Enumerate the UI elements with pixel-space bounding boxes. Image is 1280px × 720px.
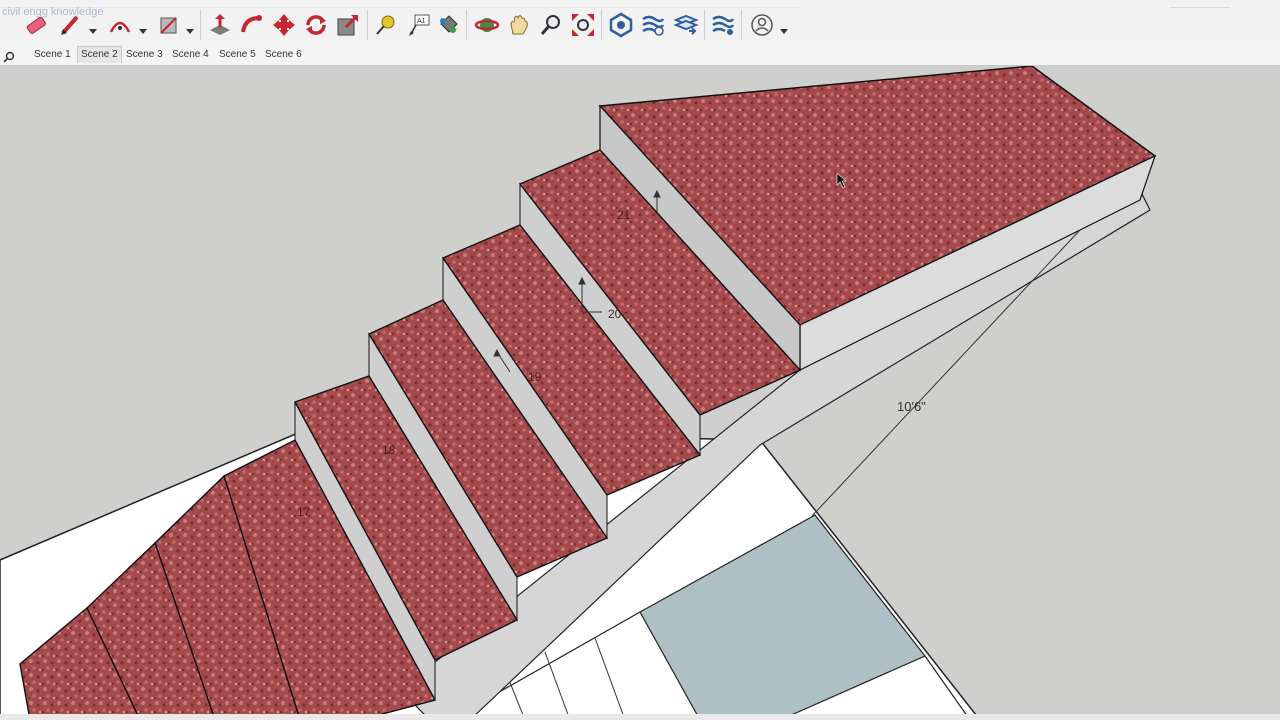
warehouse-icon[interactable]	[607, 11, 635, 39]
step-label-20: 20	[608, 307, 622, 321]
scene-tab-5[interactable]: Scene 5	[216, 47, 259, 63]
zoom-icon[interactable]	[537, 11, 565, 39]
watermark-text: civil engg knowledge	[2, 6, 104, 18]
rectangle-icon[interactable]	[155, 11, 183, 39]
scene-tab-2[interactable]: Scene 2	[77, 46, 122, 63]
status-bar	[0, 714, 1280, 720]
move-icon[interactable]	[270, 11, 298, 39]
step-label-21: 21	[617, 208, 631, 222]
arc-icon[interactable]	[106, 11, 134, 39]
model-viewport[interactable]: 17 18 19 20 21 10'6"	[0, 66, 1280, 720]
scene-tab-6[interactable]: Scene 6	[262, 47, 305, 63]
toolbar-separator	[601, 10, 602, 40]
account-icon[interactable]	[748, 11, 776, 39]
main-toolbar: A1 civil engg knowledge	[0, 0, 1280, 47]
step-label-17: 17	[297, 505, 311, 519]
text-icon[interactable]: A1	[405, 11, 433, 39]
svg-text:A1: A1	[417, 18, 426, 25]
step-label-19: 19	[528, 370, 542, 384]
account-dropdown-icon[interactable]	[780, 20, 788, 34]
toolbar-separator	[466, 10, 467, 40]
toolbar-separator	[367, 10, 368, 40]
follow-me-icon[interactable]	[238, 11, 266, 39]
layers-icon[interactable]	[672, 11, 700, 39]
scene-tab-bar: Scene 1 Scene 2 Scene 3 Scene 4 Scene 5 …	[0, 46, 1280, 66]
rotate-icon[interactable]	[302, 11, 330, 39]
toolbar-separator	[704, 10, 705, 40]
rectangle-dropdown-icon[interactable]	[186, 20, 194, 34]
toolbar-separator	[200, 10, 201, 40]
paint-bucket-icon[interactable]	[434, 11, 462, 39]
orbit-icon[interactable]	[473, 11, 501, 39]
scene-tab-1[interactable]: Scene 1	[31, 47, 74, 63]
step-label-18: 18	[382, 443, 396, 457]
sandbox-icon[interactable]	[709, 11, 737, 39]
pan-icon[interactable]	[505, 11, 533, 39]
toolbar-separator	[741, 10, 742, 40]
scene-tab-3[interactable]: Scene 3	[123, 47, 166, 63]
scale-icon[interactable]	[334, 11, 362, 39]
extension-icon[interactable]	[639, 11, 667, 39]
toolbar-top-strip	[0, 0, 1280, 8]
dimension-label: 10'6"	[897, 399, 926, 414]
arc-dropdown-icon[interactable]	[139, 20, 147, 34]
scene-tab-4[interactable]: Scene 4	[169, 47, 212, 63]
pencil-dropdown-icon[interactable]	[89, 20, 97, 34]
push-pull-icon[interactable]	[206, 11, 234, 39]
search-icon[interactable]	[3, 48, 15, 67]
zoom-extents-icon[interactable]	[569, 11, 597, 39]
tape-measure-icon[interactable]	[372, 11, 400, 39]
